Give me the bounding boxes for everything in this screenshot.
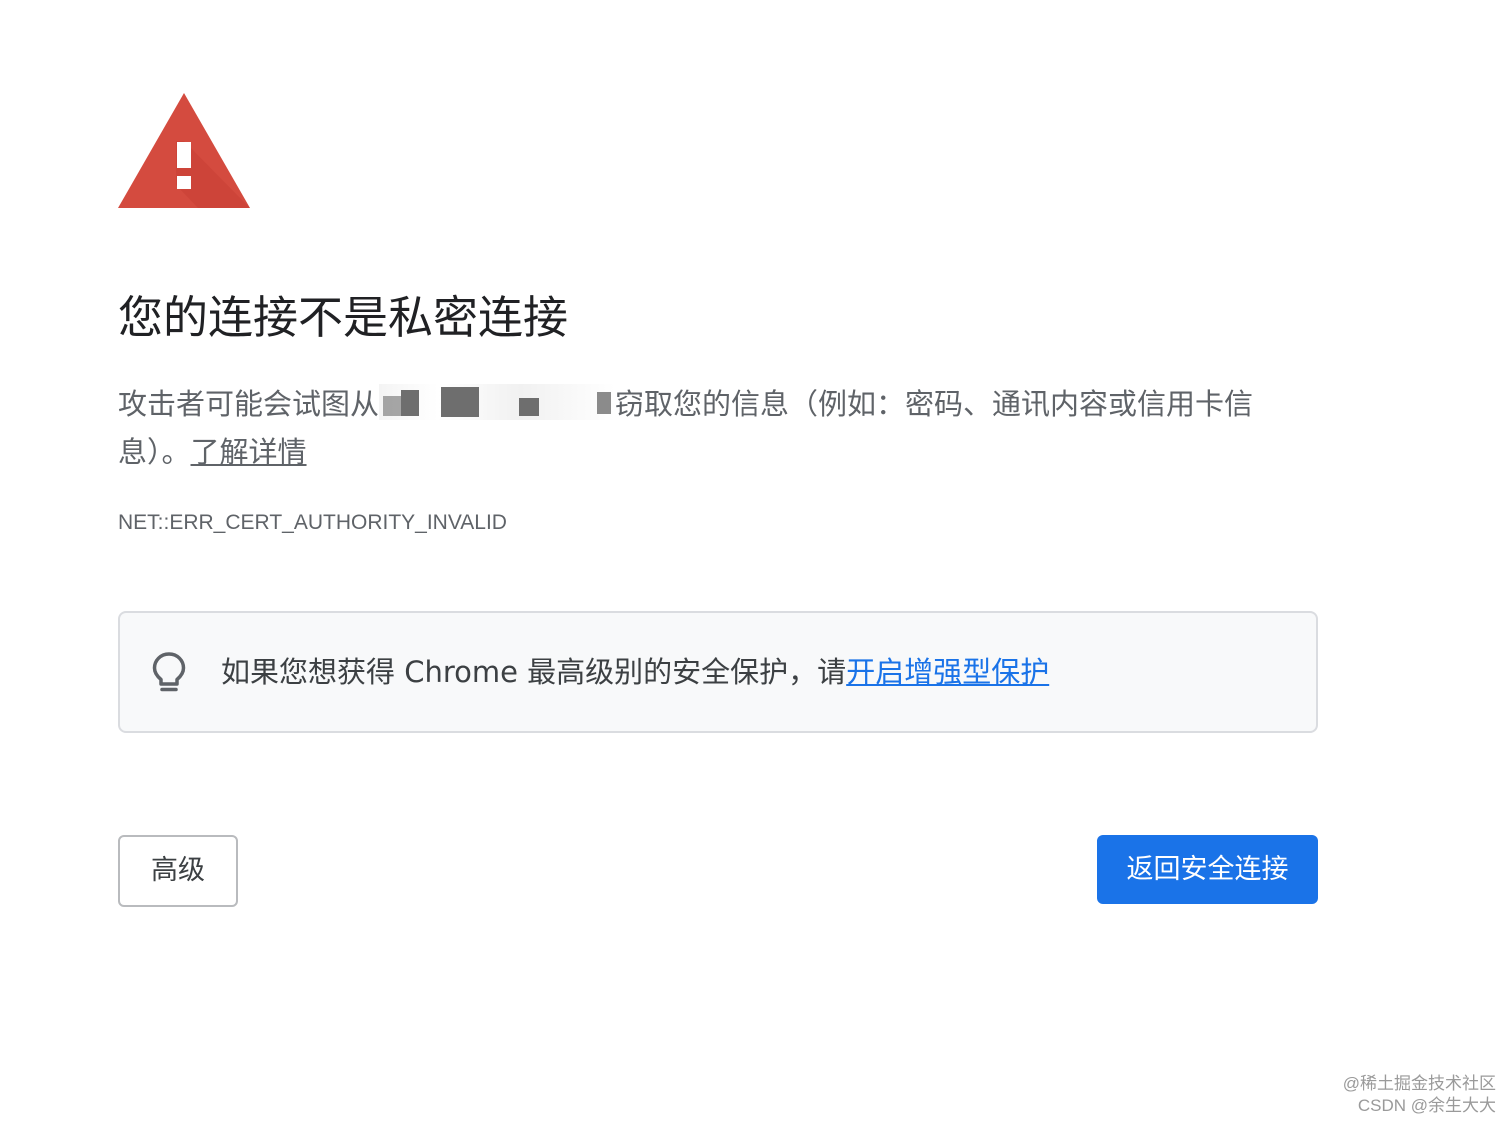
lightbulb-icon — [152, 652, 186, 692]
redacted-domain — [379, 384, 616, 420]
watermark: @稀土掘金技术社区 CSDN @余生大大 — [1343, 1073, 1496, 1117]
back-to-safety-button[interactable]: 返回安全连接 — [1097, 835, 1318, 904]
warning-triangle-icon — [118, 93, 250, 208]
watermark-line-2: CSDN @余生大大 — [1357, 1096, 1496, 1115]
enable-enhanced-protection-link[interactable]: 开启增强型保护 — [846, 655, 1049, 689]
ssl-error-page: 您的连接不是私密连接 攻击者可能会试图从 窃取您的信息（例如：密码、通讯内容或信用… — [0, 0, 1512, 1124]
error-description: 攻击者可能会试图从 窃取您的信息（例如：密码、通讯内容或信用卡信息）。了解详情 — [118, 380, 1298, 476]
enhanced-protection-tip: 如果您想获得 Chrome 最高级别的安全保护，请开启增强型保护 — [118, 611, 1318, 733]
learn-more-link[interactable]: 了解详情 — [191, 435, 307, 469]
watermark-line-1: @稀土掘金技术社区 — [1342, 1074, 1496, 1093]
description-text-start: 攻击者可能会试图从 — [118, 387, 380, 421]
page-title: 您的连接不是私密连接 — [118, 291, 569, 344]
error-code: NET::ERR_CERT_AUTHORITY_INVALID — [118, 511, 507, 534]
tip-message: 如果您想获得 Chrome 最高级别的安全保护，请 — [221, 655, 847, 689]
advanced-button[interactable]: 高级 — [118, 835, 238, 907]
tip-text: 如果您想获得 Chrome 最高级别的安全保护，请开启增强型保护 — [221, 651, 1049, 693]
